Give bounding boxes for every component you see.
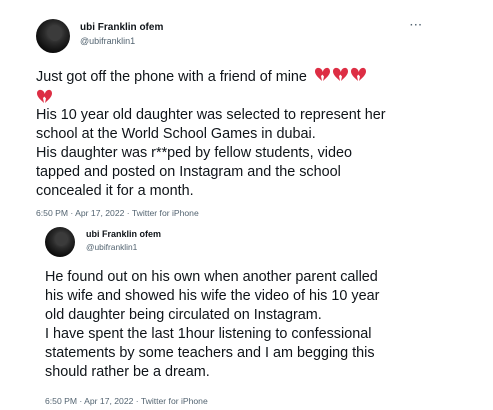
- broken-heart-icon: [350, 67, 367, 89]
- tweet-text: Just got off the phone with a friend of …: [36, 67, 386, 201]
- tweet-line: [36, 89, 386, 106]
- tweet-text: He found out on his own when another par…: [45, 268, 379, 382]
- tweet-2: ubi Franklin ofem @ubifranklin1 He found…: [0, 222, 493, 410]
- tweet-line: school at the World School Games in duba…: [36, 126, 316, 142]
- tweet-line: His daughter was r**ped by fellow studen…: [36, 145, 352, 161]
- tweet-timestamp[interactable]: 6:50 PM · Apr 17, 2022 · Twitter for iPh…: [45, 396, 208, 406]
- avatar-head: [55, 232, 67, 246]
- avatar[interactable]: [45, 227, 75, 257]
- tweet-line: his wife and showed his wife the video o…: [45, 288, 380, 304]
- broken-heart-icon: [332, 67, 349, 89]
- tweet-line: He found out on his own when another par…: [45, 269, 378, 285]
- tweet-line: I have spent the last 1hour listening to…: [45, 326, 372, 342]
- tweet-line: old daughter being circulated on Instagr…: [45, 307, 322, 323]
- tweet-line: tapped and posted on Instagram and the s…: [36, 164, 341, 180]
- author-handle[interactable]: @ubifranklin1: [80, 36, 135, 46]
- tweet-line: statements by some teachers and I am beg…: [45, 345, 375, 361]
- avatar-head: [48, 25, 62, 41]
- tweet-line: should rather be a dream.: [45, 364, 210, 380]
- tweet-timestamp[interactable]: 6:50 PM · Apr 17, 2022 · Twitter for iPh…: [36, 208, 199, 218]
- tweet-1: ubi Franklin ofem @ubifranklin1 ··· Just…: [0, 0, 493, 222]
- author-name[interactable]: ubi Franklin ofem: [80, 22, 163, 33]
- avatar[interactable]: [36, 19, 70, 53]
- tweet-line: Just got off the phone with a friend of …: [36, 67, 386, 89]
- author-handle[interactable]: @ubifranklin1: [86, 242, 137, 252]
- broken-heart-icon: [314, 67, 331, 89]
- author-name[interactable]: ubi Franklin ofem: [86, 229, 161, 239]
- more-options-icon[interactable]: ···: [410, 20, 423, 31]
- tweet-line: His 10 year old daughter was selected to…: [36, 107, 386, 123]
- tweet-line: concealed it for a month.: [36, 183, 194, 199]
